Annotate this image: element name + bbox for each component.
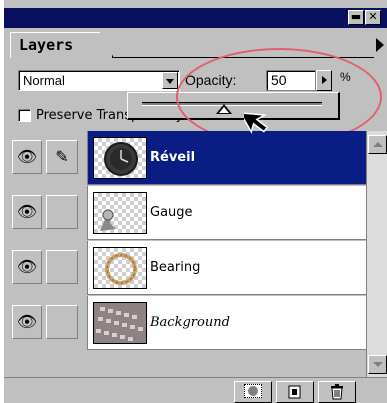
layer-row-bearing[interactable]: 👁 Bearing (4, 241, 366, 295)
new-layer-icon (288, 385, 301, 399)
title-bar[interactable]: ▬ ✕ (4, 0, 387, 28)
scroll-up-button[interactable] (368, 135, 387, 154)
bearing-thumbnail (105, 253, 137, 285)
scrollbar[interactable] (366, 131, 387, 377)
layers-list: 👁 ✎ Réveil 👁 Gauge 👁 Bearing 👁 Backgroun… (4, 131, 366, 377)
layer-row-gauge[interactable]: 👁 Gauge (4, 186, 366, 240)
palette-menu-icon[interactable] (376, 38, 384, 52)
layer-row-reveil[interactable]: 👁 ✎ Réveil (4, 131, 366, 185)
close-button[interactable]: ✕ (365, 10, 381, 25)
layer-thumbnail (93, 247, 147, 289)
layer-thumbnail (93, 192, 147, 234)
keyboard-thumbnail (94, 303, 146, 343)
layer-name: Gauge (150, 205, 193, 220)
delete-layer-button[interactable] (318, 381, 356, 403)
layer-controls: 👁 ✎ (4, 131, 88, 185)
gauge-thumbnail (100, 209, 116, 231)
blend-mode-value: Normal (23, 73, 65, 88)
layer-thumbnail (93, 137, 147, 179)
title-strip[interactable] (4, 8, 387, 28)
chevron-down-icon[interactable] (162, 72, 178, 89)
layer-mask-icon (244, 384, 262, 398)
layers-palette: ▬ ✕ Layers Normal Opacity: 50 % Preserve… (4, 0, 387, 403)
preserve-transparency-checkbox[interactable] (18, 109, 31, 122)
add-layer-mask-button[interactable] (234, 381, 272, 403)
new-layer-button[interactable] (276, 381, 314, 403)
clock-thumbnail (104, 142, 138, 176)
layer-thumbnail (93, 302, 147, 344)
tab-layers[interactable]: Layers (10, 32, 114, 58)
eye-icon[interactable]: 👁 (12, 140, 42, 174)
layer-name: Bearing (150, 260, 201, 275)
paintbrush-icon[interactable]: ✎ (46, 140, 78, 174)
blend-mode-select[interactable]: Normal (18, 70, 180, 91)
link-slot[interactable] (46, 305, 78, 339)
layer-controls: 👁 (4, 296, 88, 350)
layer-row-background[interactable]: 👁 Background (4, 296, 366, 350)
link-slot[interactable] (46, 195, 78, 229)
layer-name: Background (150, 315, 230, 330)
eye-icon[interactable]: 👁 (12, 305, 42, 339)
eye-icon[interactable]: 👁 (12, 250, 42, 284)
trash-icon (331, 384, 343, 400)
layer-controls: 👁 (4, 186, 88, 240)
eye-icon[interactable]: 👁 (12, 195, 42, 229)
layer-name: Réveil (150, 150, 196, 165)
palette-footer (4, 377, 387, 403)
link-slot[interactable] (46, 250, 78, 284)
layer-controls: 👁 (4, 241, 88, 295)
scroll-down-button[interactable] (368, 355, 387, 374)
mouse-cursor-icon (244, 112, 269, 134)
minimize-button[interactable]: ▬ (348, 10, 364, 25)
